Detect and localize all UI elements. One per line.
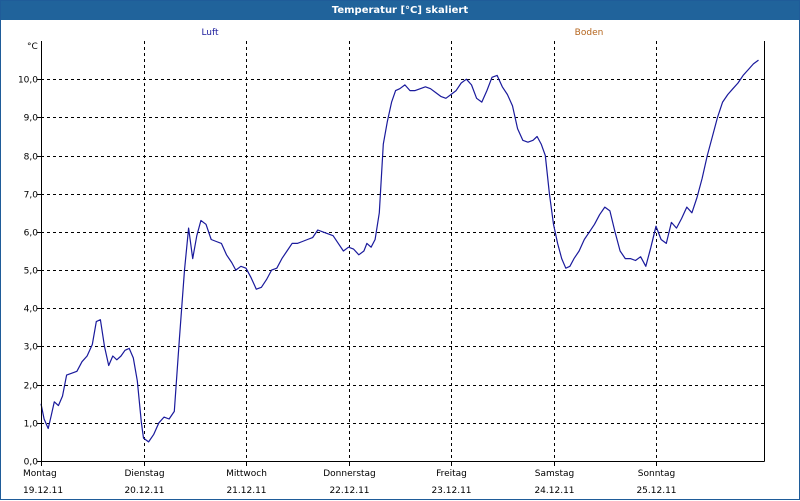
x-tick-day-label: Montag bbox=[23, 469, 57, 479]
y-tick-label: 6,0 bbox=[24, 229, 39, 239]
labels: 0,0 1,0 2,0 3,0 4,0 5,0 6,0 7,0 8,0 9,0 10,0 Montag… bbox=[18, 28, 677, 496]
x-tick-day-label: Donnerstag bbox=[323, 469, 376, 479]
x-tick-date-label: 23.12.11 bbox=[431, 486, 471, 496]
chart-window: Temperatur [°C] skaliert 0,0 1,0 2,0 3,0 4,0… bbox=[0, 0, 800, 500]
y-tick-label: 10,0 bbox=[18, 76, 38, 86]
x-tick-day-label: Mittwoch bbox=[226, 469, 267, 479]
y-tick-label: 3,0 bbox=[24, 343, 39, 353]
y-tick-label: 8,0 bbox=[24, 153, 39, 163]
legend-entry-boden: Boden bbox=[575, 28, 604, 38]
series-layer bbox=[40, 59, 759, 443]
temperature-chart: 0,0 1,0 2,0 3,0 4,0 5,0 6,0 7,0 8,0 9,0 10,0 Montag… bbox=[18, 28, 765, 496]
y-tick-label: 1,0 bbox=[24, 420, 39, 430]
grid bbox=[41, 41, 764, 461]
x-tick-date-label: 22.12.11 bbox=[329, 486, 369, 496]
x-tick-date-label: 24.12.11 bbox=[534, 486, 574, 496]
x-tick-date-label: 21.12.11 bbox=[226, 486, 266, 496]
y-tick-label: 5,0 bbox=[24, 267, 39, 277]
x-tick-date-label: 25.12.11 bbox=[636, 486, 676, 496]
x-tick-day-label: Freitag bbox=[436, 469, 467, 479]
y-tick-label: 4,0 bbox=[24, 305, 39, 315]
x-tick-date-label: 19.12.11 bbox=[23, 486, 63, 496]
x-tick-day-label: Dienstag bbox=[124, 469, 164, 479]
x-tick-date-label: 20.12.11 bbox=[124, 486, 164, 496]
y-tick-label: 0,0 bbox=[24, 458, 39, 468]
y-axis-unit-label: °C bbox=[27, 42, 38, 52]
y-tick-label: 7,0 bbox=[24, 191, 39, 201]
series-line-luft bbox=[40, 59, 759, 443]
legend-entry-luft: Luft bbox=[201, 28, 219, 38]
x-tick-day-label: Sonntag bbox=[638, 469, 675, 479]
x-tick-day-label: Samstag bbox=[535, 469, 574, 479]
plot-frame bbox=[37, 41, 765, 466]
y-tick-label: 2,0 bbox=[24, 382, 39, 392]
y-tick-label: 9,0 bbox=[24, 114, 39, 124]
